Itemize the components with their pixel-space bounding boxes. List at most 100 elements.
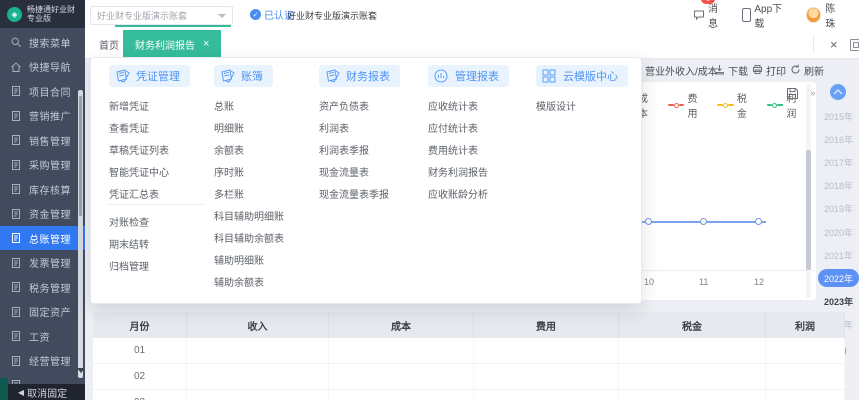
menu-item-智能凭证中心[interactable]: 智能凭证中心 xyxy=(109,164,169,179)
table-row[interactable]: 02 xyxy=(93,364,845,390)
sidebar-item-发票管理[interactable]: 发票管理 xyxy=(0,251,85,275)
menu-item-科目辅助余额表[interactable]: 科目辅助余额表 xyxy=(214,230,284,245)
sidebar-item-资金管理[interactable]: 资金管理 xyxy=(0,202,85,226)
save-image-icon[interactable] xyxy=(786,87,799,105)
sidebar-item-营销推广[interactable]: 营销推广 xyxy=(0,104,85,128)
menu-item-多栏账[interactable]: 多栏账 xyxy=(214,186,244,201)
tab-home[interactable]: 首页 xyxy=(95,30,123,58)
asset-icon xyxy=(10,306,22,318)
brand-name: 畅捷通好业财 xyxy=(27,5,75,14)
table-cell xyxy=(329,364,474,389)
menu-item-利润表[interactable]: 利润表 xyxy=(319,120,349,135)
sidebar-scroll-down-icon[interactable] xyxy=(77,368,85,373)
menu-item-明细账[interactable]: 明细账 xyxy=(214,120,244,135)
menu-section-云模版中心: 云模版中心 xyxy=(536,65,628,87)
table-row[interactable]: 03 xyxy=(93,390,845,400)
menu-item-现金流量表季报[interactable]: 现金流量表季报 xyxy=(319,186,389,201)
year-item-2017年[interactable]: 2017年 xyxy=(818,153,859,171)
menu-section-管理报表: 管理报表 xyxy=(428,65,509,87)
tab-financial-profit-report[interactable]: 财务利润报告 × xyxy=(123,30,222,58)
menu-item-模版设计[interactable]: 模版设计 xyxy=(536,98,576,113)
menu-item-查看凭证[interactable]: 查看凭证 xyxy=(109,120,149,135)
sidebar-item-经营管理[interactable]: 经营管理 xyxy=(0,349,85,373)
user-name: 陈珠 xyxy=(825,4,836,30)
menu-section-title: 云模版中心 xyxy=(563,71,618,83)
print-button[interactable]: 打印 xyxy=(752,63,786,78)
menu-item-费用统计表[interactable]: 费用统计表 xyxy=(428,142,478,157)
table-cell xyxy=(187,338,329,363)
chart-scrollbar-thumb[interactable] xyxy=(806,150,811,270)
table-header-利润: 利润 xyxy=(766,312,845,338)
menu-item-期末结转[interactable]: 期末结转 xyxy=(109,236,149,251)
sidebar-item-快捷导航[interactable]: 快捷导航 xyxy=(0,55,85,79)
refresh-button[interactable]: 刷新 xyxy=(790,63,824,78)
year-item-2019年[interactable]: 2019年 xyxy=(818,200,859,218)
sidebar-item-项目合同[interactable]: 项目合同 xyxy=(0,79,85,103)
menu-item-辅助余额表[interactable]: 辅助余额表 xyxy=(214,274,264,289)
menu-item-应收账龄分析[interactable]: 应收账龄分析 xyxy=(428,186,488,201)
sidebar-item-总账管理[interactable]: 总账管理 xyxy=(0,226,85,250)
table-header-月份: 月份 xyxy=(93,312,187,338)
table-cell: 01 xyxy=(93,338,187,363)
data-point[interactable] xyxy=(755,218,762,225)
account-set-select[interactable]: 好业财专业版演示账套 xyxy=(90,6,233,25)
sidebar-item-工资[interactable]: 工资 xyxy=(0,324,85,348)
menu-item-草稿凭证列表[interactable]: 草稿凭证列表 xyxy=(109,142,169,157)
tabbar-divider xyxy=(813,35,814,53)
app-download-button[interactable]: App下载 xyxy=(741,0,792,30)
legend-item-税金[interactable]: 税金 xyxy=(717,90,756,120)
data-point[interactable] xyxy=(700,218,707,225)
sidebar-item-搜索菜单[interactable]: 搜索菜单 xyxy=(0,30,85,54)
menu-item-现金流量表[interactable]: 现金流量表 xyxy=(319,164,369,179)
sidebar-scrollbar-thumb[interactable] xyxy=(79,96,82,216)
menu-item-应收统计表[interactable]: 应收统计表 xyxy=(428,98,478,113)
year-item-2015年[interactable]: 2015年 xyxy=(818,107,859,125)
menu-item-利润表季报[interactable]: 利润表季报 xyxy=(319,142,369,157)
sidebar-item-采购管理[interactable]: 采购管理 xyxy=(0,153,85,177)
chat-widget-edge[interactable] xyxy=(0,378,8,400)
menu-item-余额表[interactable]: 余额表 xyxy=(214,142,244,157)
user-menu[interactable]: 陈珠 xyxy=(805,0,845,30)
data-point[interactable] xyxy=(645,218,652,225)
year-item-2022年[interactable]: 2022年 xyxy=(818,269,859,288)
menu-item-对账检查[interactable]: 对账检查 xyxy=(109,214,149,229)
close-tabs-button[interactable]: × xyxy=(825,30,843,58)
inventory-icon xyxy=(10,183,22,195)
menu-item-序时账[interactable]: 序时账 xyxy=(214,164,244,179)
download-button[interactable]: 下载 xyxy=(714,63,748,78)
menu-item-财务利润报告[interactable]: 财务利润报告 xyxy=(428,164,488,179)
sidebar-item-label: 快捷导航 xyxy=(29,63,71,74)
year-item-2023年[interactable]: 2023年 xyxy=(818,293,859,311)
years-scroll-up-button[interactable] xyxy=(830,84,846,100)
menu-item-资产负债表[interactable]: 资产负债表 xyxy=(319,98,369,113)
include-nonoperating-option[interactable]: 营业外收入/成本 xyxy=(645,63,718,78)
table-cell xyxy=(329,390,474,400)
menu-item-应付统计表[interactable]: 应付统计表 xyxy=(428,120,478,135)
table-cell xyxy=(766,390,845,400)
menu-item-归档管理[interactable]: 归档管理 xyxy=(109,258,149,273)
year-item-2018年[interactable]: 2018年 xyxy=(818,177,859,195)
tab-close-icon[interactable]: × xyxy=(203,38,209,50)
profit-table: 月份收入成本费用税金利润 010203 xyxy=(93,312,845,400)
sidebar-item-销售管理[interactable]: 销售管理 xyxy=(0,128,85,152)
menu-item-辅助明细账[interactable]: 辅助明细账 xyxy=(214,252,264,267)
sidebar-item-税务管理[interactable]: 税务管理 xyxy=(0,275,85,299)
menu-item-凭证汇总表[interactable]: 凭证汇总表 xyxy=(109,186,159,201)
messages-button[interactable]: 消息 1 xyxy=(693,0,728,30)
year-item-2020年[interactable]: 2020年 xyxy=(818,223,859,241)
sidebar-item-固定资产[interactable]: 固定资产 xyxy=(0,300,85,324)
year-item-2021年[interactable]: 2021年 xyxy=(818,246,859,264)
sidebar-item-clipped[interactable] xyxy=(0,373,85,384)
table-row[interactable]: 01 xyxy=(93,338,845,364)
menu-item-新增凭证[interactable]: 新增凭证 xyxy=(109,98,149,113)
year-item-2016年[interactable]: 2016年 xyxy=(818,130,859,148)
unpin-sidebar-button[interactable]: ◀ 取消固定 xyxy=(0,384,85,400)
expand-tabs-icon[interactable] xyxy=(850,39,859,51)
menu-item-总账[interactable]: 总账 xyxy=(214,98,234,113)
legend-item-费用[interactable]: 费用 xyxy=(667,90,707,120)
sidebar-item-label: 采购管理 xyxy=(29,161,71,172)
menu-item-科目辅助明细账[interactable]: 科目辅助明细账 xyxy=(214,208,284,223)
salary-icon xyxy=(10,330,22,342)
sidebar-item-库存核算[interactable]: 库存核算 xyxy=(0,177,85,201)
table-cell xyxy=(474,390,619,400)
